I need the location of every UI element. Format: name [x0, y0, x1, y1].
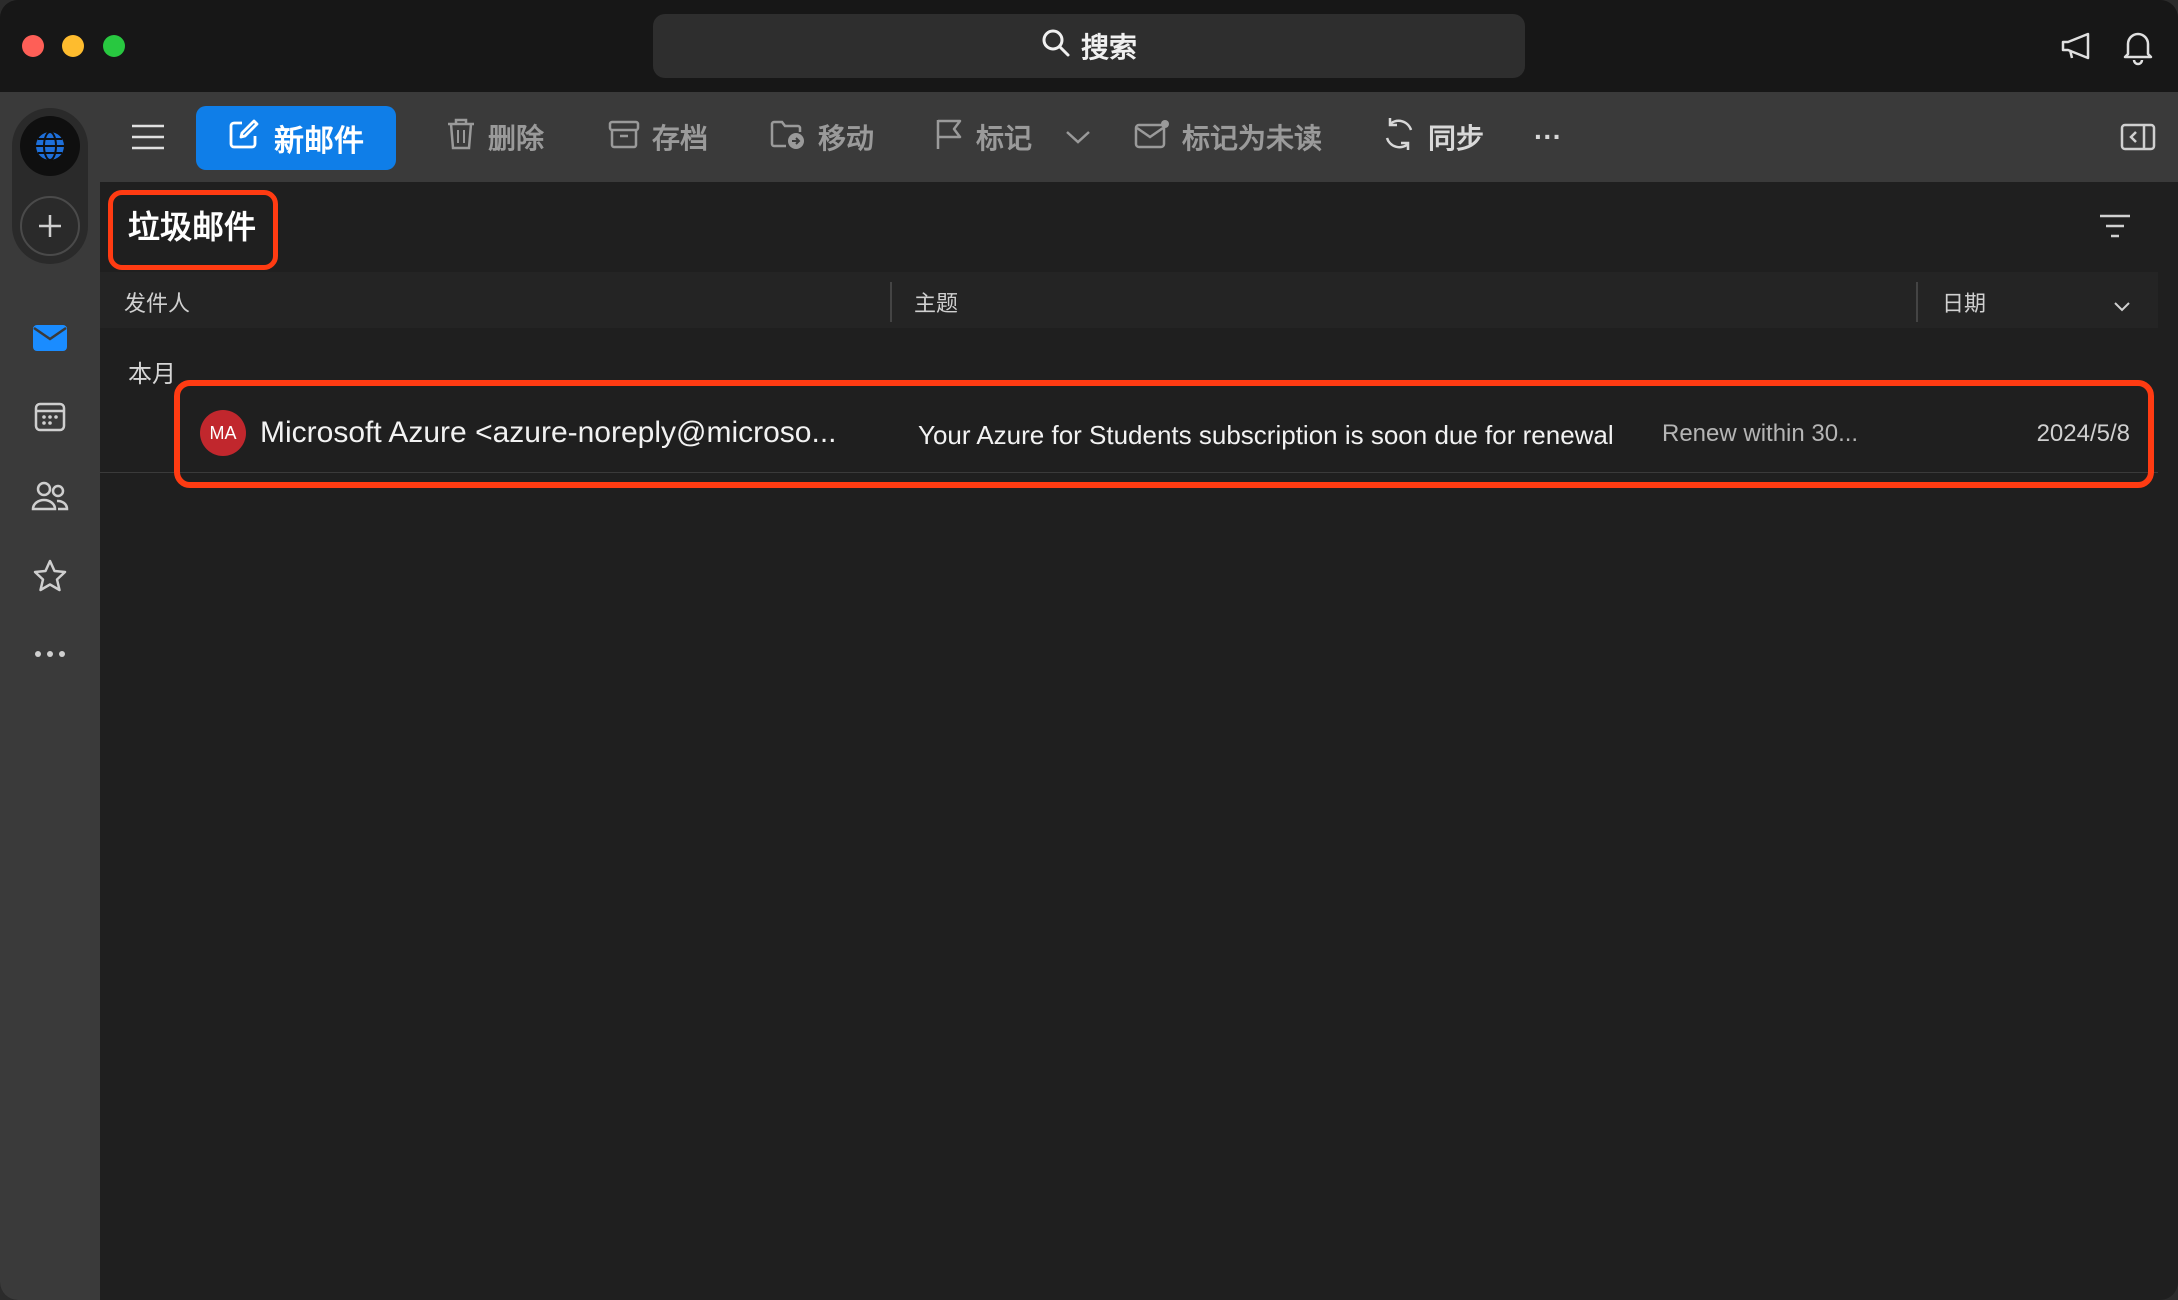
- megaphone-icon[interactable]: [2058, 26, 2098, 66]
- column-header-sender[interactable]: 发件人: [124, 286, 190, 318]
- zoom-window-button[interactable]: [103, 35, 125, 57]
- more-actions-label: ···: [1534, 121, 1562, 152]
- archive-label: 存档: [652, 123, 709, 154]
- menu-icon[interactable]: [130, 122, 166, 152]
- move-button[interactable]: 移动: [770, 112, 874, 162]
- delete-label: 删除: [488, 123, 545, 154]
- command-toolbar: 新邮件 删除 存档 移动 标记 标记为未读 同步 ···: [100, 92, 2178, 182]
- star-icon[interactable]: [30, 556, 70, 596]
- flag-button[interactable]: 标记: [934, 112, 1032, 162]
- new-mail-button[interactable]: 新邮件: [196, 106, 396, 170]
- archive-button[interactable]: 存档: [608, 112, 708, 162]
- search-icon: [1041, 28, 1071, 65]
- flag-options-dropdown[interactable]: [1064, 112, 1092, 162]
- sort-chevron-down-icon[interactable]: [2112, 294, 2132, 320]
- minimize-window-button[interactable]: [62, 35, 84, 57]
- people-icon[interactable]: [30, 476, 70, 516]
- sync-button[interactable]: 同步: [1382, 112, 1484, 162]
- compose-icon: [228, 118, 260, 158]
- add-account-button[interactable]: [20, 196, 80, 256]
- trash-icon: [446, 117, 476, 158]
- sync-label: 同步: [1428, 123, 1485, 154]
- flag-icon: [934, 117, 964, 158]
- message-list-pane: 垃圾邮件 发件人 主题 日期 本月 MA Microsoft Azure <az…: [100, 182, 2158, 1300]
- mark-unread-label: 标记为未读: [1182, 123, 1323, 154]
- bell-icon[interactable]: [2118, 26, 2158, 66]
- globe-icon[interactable]: [20, 116, 80, 176]
- sync-icon: [1382, 116, 1416, 159]
- move-label: 移动: [818, 123, 875, 154]
- column-divider[interactable]: [890, 282, 892, 322]
- close-window-button[interactable]: [22, 35, 44, 57]
- group-header-this-month: 本月: [128, 361, 176, 388]
- column-divider[interactable]: [1916, 282, 1918, 322]
- chevron-down-icon: [1064, 121, 1092, 153]
- mark-unread-button[interactable]: 标记为未读: [1134, 112, 1322, 162]
- highlight-box-folder-title: [108, 190, 278, 270]
- new-mail-label: 新邮件: [274, 125, 364, 158]
- column-header-row: 发件人 主题 日期: [100, 272, 2158, 328]
- mail-window: 搜索 新邮件 删除 存档 移动 标记 标记为未读 同步 ··· 垃圾邮件 发件人…: [0, 0, 2178, 1300]
- envelope-unread-icon: [1134, 119, 1170, 156]
- search-box[interactable]: 搜索: [653, 14, 1525, 78]
- folder-header: 垃圾邮件: [100, 182, 2158, 272]
- search-placeholder: 搜索: [1080, 32, 1137, 63]
- folder-move-icon: [770, 118, 806, 157]
- reading-pane-toggle-icon[interactable]: [2120, 122, 2156, 152]
- calendar-icon[interactable]: [30, 396, 70, 436]
- plus-icon: [39, 215, 61, 237]
- more-actions-button[interactable]: ···: [1534, 112, 1562, 162]
- account-switcher: [12, 108, 88, 264]
- highlight-box-message-row: [174, 380, 2154, 488]
- more-apps-icon[interactable]: [30, 634, 70, 674]
- column-header-subject[interactable]: 主题: [914, 286, 958, 318]
- delete-button[interactable]: 删除: [446, 112, 544, 162]
- mail-icon[interactable]: [30, 318, 70, 358]
- archive-icon: [608, 119, 640, 156]
- app-rail: [0, 92, 100, 1300]
- column-header-date[interactable]: 日期: [1942, 286, 1986, 318]
- filter-icon[interactable]: [2098, 212, 2132, 240]
- title-bar: 搜索: [0, 0, 2178, 92]
- flag-label: 标记: [976, 123, 1033, 154]
